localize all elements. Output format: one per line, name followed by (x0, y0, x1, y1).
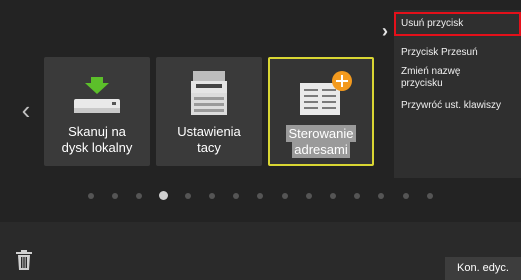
page-dot-active[interactable] (159, 191, 169, 200)
tile-label: Skanuj na dysk lokalny (44, 124, 150, 156)
page-dot[interactable] (136, 193, 143, 199)
page-dot[interactable] (88, 193, 94, 199)
tile-address-control[interactable]: Sterowanie adresami (268, 57, 374, 166)
tile-label: Sterowanie adresami (270, 125, 372, 158)
finish-editing-button[interactable]: Kon. edyc. (445, 257, 521, 280)
tile-label-line: Sterowanie (286, 125, 356, 142)
menu-item-restore-keys[interactable]: Przywróć ust. klawiszy (394, 100, 521, 112)
tile-tray-settings[interactable]: Ustawienia tacy (156, 57, 262, 166)
menu-item-move-button[interactable]: Przycisk Przesuń (394, 47, 521, 59)
address-control-icon (270, 59, 372, 125)
page-dot[interactable] (354, 193, 361, 199)
tile-label-line: Skanuj na (68, 124, 126, 139)
page-dot[interactable] (402, 193, 409, 199)
tile-label-line: tacy (197, 140, 221, 155)
bottom-bar (0, 222, 521, 280)
page-dot[interactable] (184, 193, 191, 199)
home-screen-edit-mode: ‹ › Skanuj na dysk lokalny Ustawienia ta… (0, 0, 521, 280)
page-dot[interactable] (426, 193, 433, 199)
trash-icon[interactable] (16, 250, 32, 270)
context-menu: Usuń przycisk Przycisk Przesuń Zmień naz… (394, 10, 521, 178)
page-dot[interactable] (112, 193, 119, 199)
menu-item-rename-button[interactable]: Zmień nazwę przycisku (394, 66, 474, 90)
page-dot[interactable] (305, 193, 312, 199)
tile-scan-to-local-drive[interactable]: Skanuj na dysk lokalny (44, 57, 150, 166)
page-dot[interactable] (378, 193, 385, 199)
page-dot[interactable] (233, 193, 240, 199)
printer-tray-icon (156, 57, 262, 123)
tile-label-line: dysk lokalny (61, 140, 133, 155)
tile-label: Ustawienia tacy (156, 124, 262, 156)
page-dot[interactable] (281, 193, 288, 199)
tile-label-line: adresami (292, 141, 350, 158)
previous-page-arrow-icon[interactable]: ‹ (17, 97, 35, 123)
page-dot[interactable] (330, 193, 336, 199)
page-dot[interactable] (209, 193, 215, 199)
page-dot[interactable] (257, 193, 264, 199)
menu-item-delete-button[interactable]: Usuń przycisk (394, 12, 521, 36)
scan-to-drive-icon (44, 57, 150, 123)
tile-label-line: Ustawienia (177, 124, 241, 139)
page-indicator (85, 190, 433, 202)
menu-expand-arrow-icon[interactable]: › (378, 20, 392, 42)
